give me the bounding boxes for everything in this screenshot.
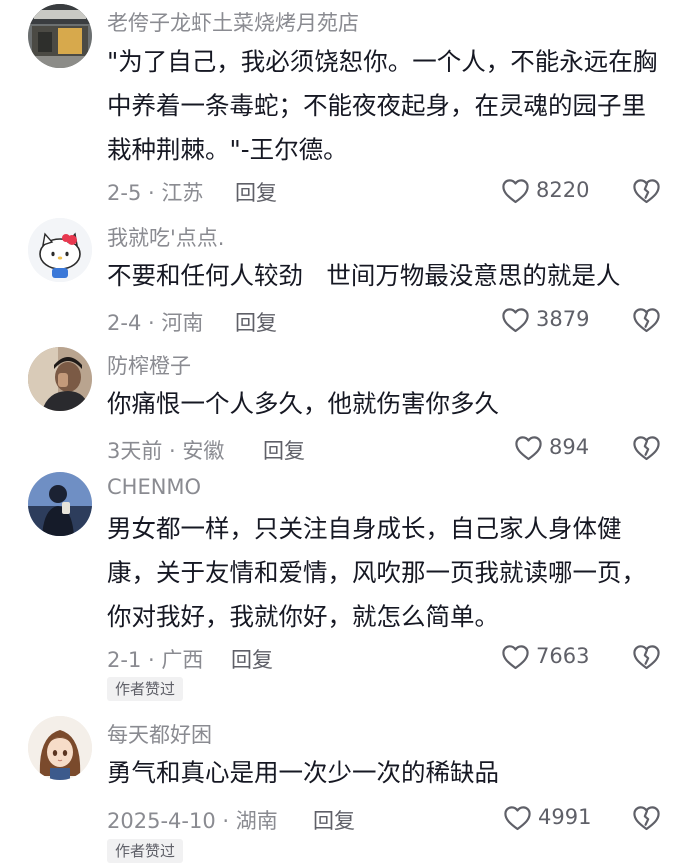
like-count: 4991 [538, 805, 592, 829]
like-button[interactable]: 4991 [503, 802, 591, 832]
username[interactable]: 每天都好困 [107, 719, 212, 749]
anime-girl-avatar-icon [28, 716, 92, 780]
heart-icon [504, 805, 531, 830]
author-liked-badge: 作者赞过 [107, 839, 184, 863]
date-location: 2025-4-10 · 湖南 [107, 809, 278, 833]
comment-item: 每天都好困 勇气和真心是用一次少一次的稀缺品 2025-4-10 · 湖南 回复… [0, 0, 690, 865]
comment-text: 勇气和真心是用一次少一次的稀缺品 [107, 758, 499, 787]
broken-heart-icon[interactable] [632, 804, 661, 831]
reply-button[interactable]: 回复 [313, 805, 355, 835]
avatar[interactable] [28, 716, 92, 780]
